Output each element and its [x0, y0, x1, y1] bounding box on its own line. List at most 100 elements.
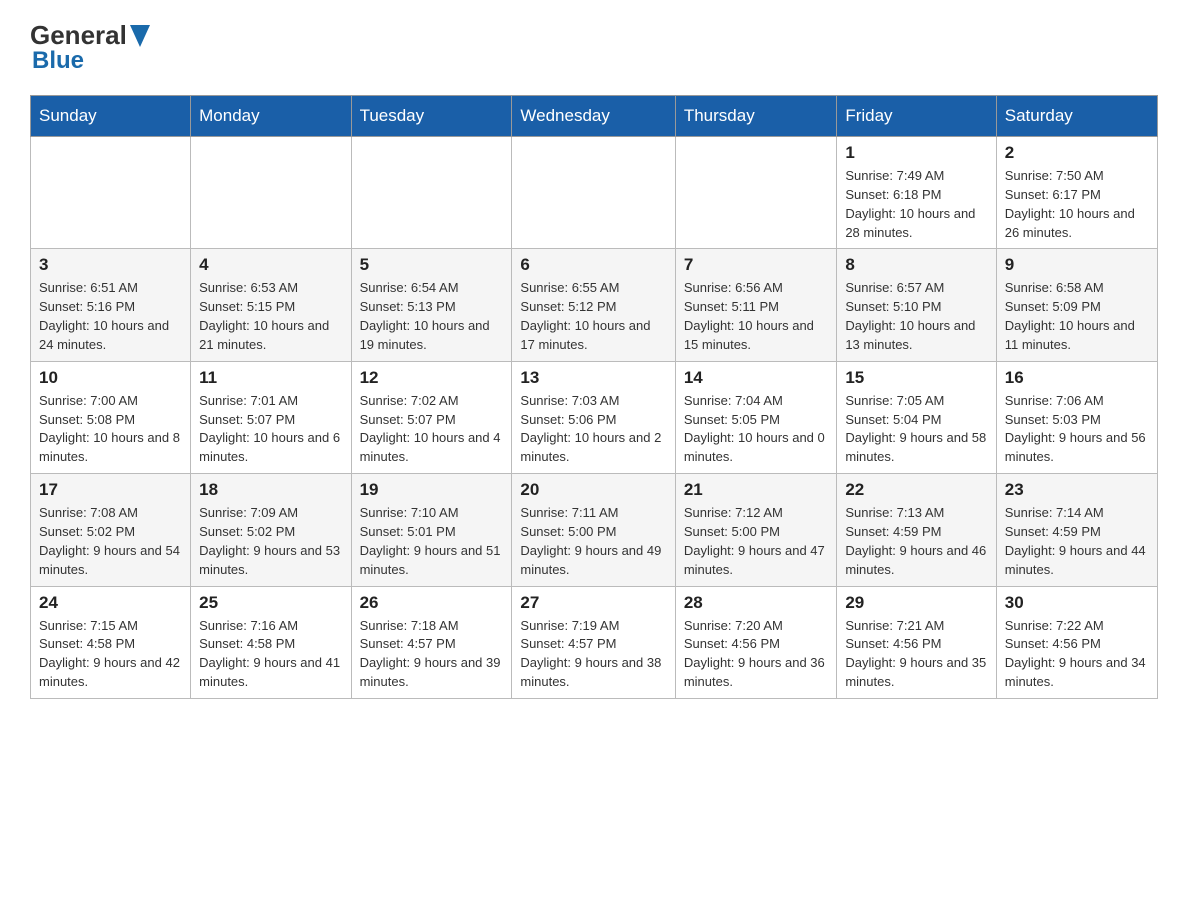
calendar-day-cell: 28 Sunrise: 7:20 AMSunset: 4:56 PMDayligh… [675, 586, 837, 698]
day-number: 4 [199, 255, 342, 275]
day-info: Sunrise: 7:09 AMSunset: 5:02 PMDaylight:… [199, 504, 342, 579]
logo-blue-text: Blue [32, 47, 84, 74]
day-info: Sunrise: 7:22 AMSunset: 4:56 PMDaylight:… [1005, 617, 1149, 692]
calendar-day-cell: 2 Sunrise: 7:50 AMSunset: 6:17 PMDaylight… [996, 137, 1157, 249]
calendar-day-cell: 4 Sunrise: 6:53 AMSunset: 5:15 PMDaylight… [191, 249, 351, 361]
day-info: Sunrise: 6:57 AMSunset: 5:10 PMDaylight:… [845, 279, 987, 354]
day-info: Sunrise: 7:08 AMSunset: 5:02 PMDaylight:… [39, 504, 182, 579]
calendar-day-cell: 14Sunrise: 7:04 AMSunset: 5:05 PMDayligh… [675, 361, 837, 473]
calendar-week-row: 3Sunrise: 6:51 AMSunset: 5:16 PMDaylight… [31, 249, 1158, 361]
calendar-day-cell: 12 Sunrise: 7:02 AMSunset: 5:07 PMDayligh… [351, 361, 512, 473]
day-info: Sunrise: 7:19 AMSunset: 4:57 PMDaylight:… [520, 617, 666, 692]
calendar-day-cell: 5Sunrise: 6:54 AMSunset: 5:13 PMDaylight… [351, 249, 512, 361]
day-info: Sunrise: 6:55 AMSunset: 5:12 PMDaylight:… [520, 279, 666, 354]
day-info: Sunrise: 7:00 AMSunset: 5:08 PMDaylight:… [39, 392, 182, 467]
day-number: 27 [520, 593, 666, 613]
day-number: 2 [1005, 143, 1149, 163]
day-number: 7 [684, 255, 829, 275]
logo-area: General Blue [30, 20, 150, 75]
day-info: Sunrise: 7:50 AMSunset: 6:17 PMDaylight:… [1005, 167, 1149, 242]
calendar-day-cell [31, 137, 191, 249]
day-number: 15 [845, 368, 987, 388]
calendar-header-friday: Friday [837, 96, 996, 137]
logo-blue-line: Blue [32, 47, 84, 75]
day-number: 20 [520, 480, 666, 500]
day-number: 28 [684, 593, 829, 613]
day-info: Sunrise: 6:53 AMSunset: 5:15 PMDaylight:… [199, 279, 342, 354]
day-info: Sunrise: 7:06 AMSunset: 5:03 PMDaylight:… [1005, 392, 1149, 467]
day-number: 8 [845, 255, 987, 275]
calendar-table: SundayMondayTuesdayWednesdayThursdayFrid… [30, 95, 1158, 699]
day-number: 12 [360, 368, 504, 388]
calendar-day-cell: 13 Sunrise: 7:03 AMSunset: 5:06 PMDayligh… [512, 361, 675, 473]
day-info: Sunrise: 7:12 AMSunset: 5:00 PMDaylight:… [684, 504, 829, 579]
calendar-day-cell: 26 Sunrise: 7:18 AMSunset: 4:57 PMDayligh… [351, 586, 512, 698]
calendar-day-cell: 23 Sunrise: 7:14 AMSunset: 4:59 PMDayligh… [996, 474, 1157, 586]
day-number: 18 [199, 480, 342, 500]
day-info: Sunrise: 7:21 AMSunset: 4:56 PMDaylight:… [845, 617, 987, 692]
day-number: 24 [39, 593, 182, 613]
day-info: Sunrise: 6:51 AMSunset: 5:16 PMDaylight:… [39, 279, 182, 354]
calendar-week-row: 17 Sunrise: 7:08 AMSunset: 5:02 PMDayligh… [31, 474, 1158, 586]
calendar-day-cell: 18 Sunrise: 7:09 AMSunset: 5:02 PMDayligh… [191, 474, 351, 586]
calendar-day-cell [675, 137, 837, 249]
day-number: 13 [520, 368, 666, 388]
calendar-day-cell: 15 Sunrise: 7:05 AMSunset: 5:04 PMDayligh… [837, 361, 996, 473]
calendar-day-cell: 7Sunrise: 6:56 AMSunset: 5:11 PMDaylight… [675, 249, 837, 361]
day-info: Sunrise: 7:15 AMSunset: 4:58 PMDaylight:… [39, 617, 182, 692]
day-number: 26 [360, 593, 504, 613]
calendar-day-cell: 30 Sunrise: 7:22 AMSunset: 4:56 PMDayligh… [996, 586, 1157, 698]
day-info: Sunrise: 7:20 AMSunset: 4:56 PMDaylight:… [684, 617, 829, 692]
day-info: Sunrise: 7:18 AMSunset: 4:57 PMDaylight:… [360, 617, 504, 692]
day-number: 6 [520, 255, 666, 275]
logo-arrow-icon [130, 25, 150, 47]
calendar-day-cell: 27 Sunrise: 7:19 AMSunset: 4:57 PMDayligh… [512, 586, 675, 698]
day-info: Sunrise: 7:01 AMSunset: 5:07 PMDaylight:… [199, 392, 342, 467]
day-info: Sunrise: 7:14 AMSunset: 4:59 PMDaylight:… [1005, 504, 1149, 579]
calendar-header-wednesday: Wednesday [512, 96, 675, 137]
calendar-day-cell: 3Sunrise: 6:51 AMSunset: 5:16 PMDaylight… [31, 249, 191, 361]
day-info: Sunrise: 7:04 AMSunset: 5:05 PMDaylight:… [684, 392, 829, 467]
calendar-header-row: SundayMondayTuesdayWednesdayThursdayFrid… [31, 96, 1158, 137]
calendar-header-sunday: Sunday [31, 96, 191, 137]
calendar-day-cell: 29Sunrise: 7:21 AMSunset: 4:56 PMDayligh… [837, 586, 996, 698]
calendar-day-cell [191, 137, 351, 249]
day-info: Sunrise: 7:11 AMSunset: 5:00 PMDaylight:… [520, 504, 666, 579]
calendar-week-row: 10 Sunrise: 7:00 AMSunset: 5:08 PMDayligh… [31, 361, 1158, 473]
calendar-day-cell [512, 137, 675, 249]
calendar-day-cell: 21 Sunrise: 7:12 AMSunset: 5:00 PMDayligh… [675, 474, 837, 586]
day-info: Sunrise: 7:02 AMSunset: 5:07 PMDaylight:… [360, 392, 504, 467]
day-number: 1 [845, 143, 987, 163]
calendar-header-monday: Monday [191, 96, 351, 137]
calendar-day-cell: 6 Sunrise: 6:55 AMSunset: 5:12 PMDaylight… [512, 249, 675, 361]
day-info: Sunrise: 7:49 AMSunset: 6:18 PMDaylight:… [845, 167, 987, 242]
day-number: 25 [199, 593, 342, 613]
calendar-header-thursday: Thursday [675, 96, 837, 137]
day-info: Sunrise: 7:05 AMSunset: 5:04 PMDaylight:… [845, 392, 987, 467]
day-info: Sunrise: 6:54 AMSunset: 5:13 PMDaylight:… [360, 279, 504, 354]
calendar-day-cell: 16 Sunrise: 7:06 AMSunset: 5:03 PMDayligh… [996, 361, 1157, 473]
day-number: 11 [199, 368, 342, 388]
day-info: Sunrise: 7:13 AMSunset: 4:59 PMDaylight:… [845, 504, 987, 579]
day-number: 21 [684, 480, 829, 500]
page-header: General Blue [30, 20, 1158, 75]
calendar-day-cell: 11 Sunrise: 7:01 AMSunset: 5:07 PMDayligh… [191, 361, 351, 473]
calendar-day-cell: 20 Sunrise: 7:11 AMSunset: 5:00 PMDayligh… [512, 474, 675, 586]
calendar-day-cell: 17 Sunrise: 7:08 AMSunset: 5:02 PMDayligh… [31, 474, 191, 586]
day-info: Sunrise: 7:10 AMSunset: 5:01 PMDaylight:… [360, 504, 504, 579]
calendar-day-cell: 10 Sunrise: 7:00 AMSunset: 5:08 PMDayligh… [31, 361, 191, 473]
calendar-week-row: 1 Sunrise: 7:49 AMSunset: 6:18 PMDaylight… [31, 137, 1158, 249]
calendar-day-cell [351, 137, 512, 249]
day-number: 30 [1005, 593, 1149, 613]
day-number: 16 [1005, 368, 1149, 388]
day-number: 10 [39, 368, 182, 388]
day-number: 23 [1005, 480, 1149, 500]
day-number: 17 [39, 480, 182, 500]
day-info: Sunrise: 6:58 AMSunset: 5:09 PMDaylight:… [1005, 279, 1149, 354]
calendar-day-cell: 25Sunrise: 7:16 AMSunset: 4:58 PMDayligh… [191, 586, 351, 698]
day-number: 19 [360, 480, 504, 500]
day-info: Sunrise: 7:03 AMSunset: 5:06 PMDaylight:… [520, 392, 666, 467]
day-number: 9 [1005, 255, 1149, 275]
calendar-day-cell: 8 Sunrise: 6:57 AMSunset: 5:10 PMDaylight… [837, 249, 996, 361]
calendar-day-cell: 9 Sunrise: 6:58 AMSunset: 5:09 PMDaylight… [996, 249, 1157, 361]
